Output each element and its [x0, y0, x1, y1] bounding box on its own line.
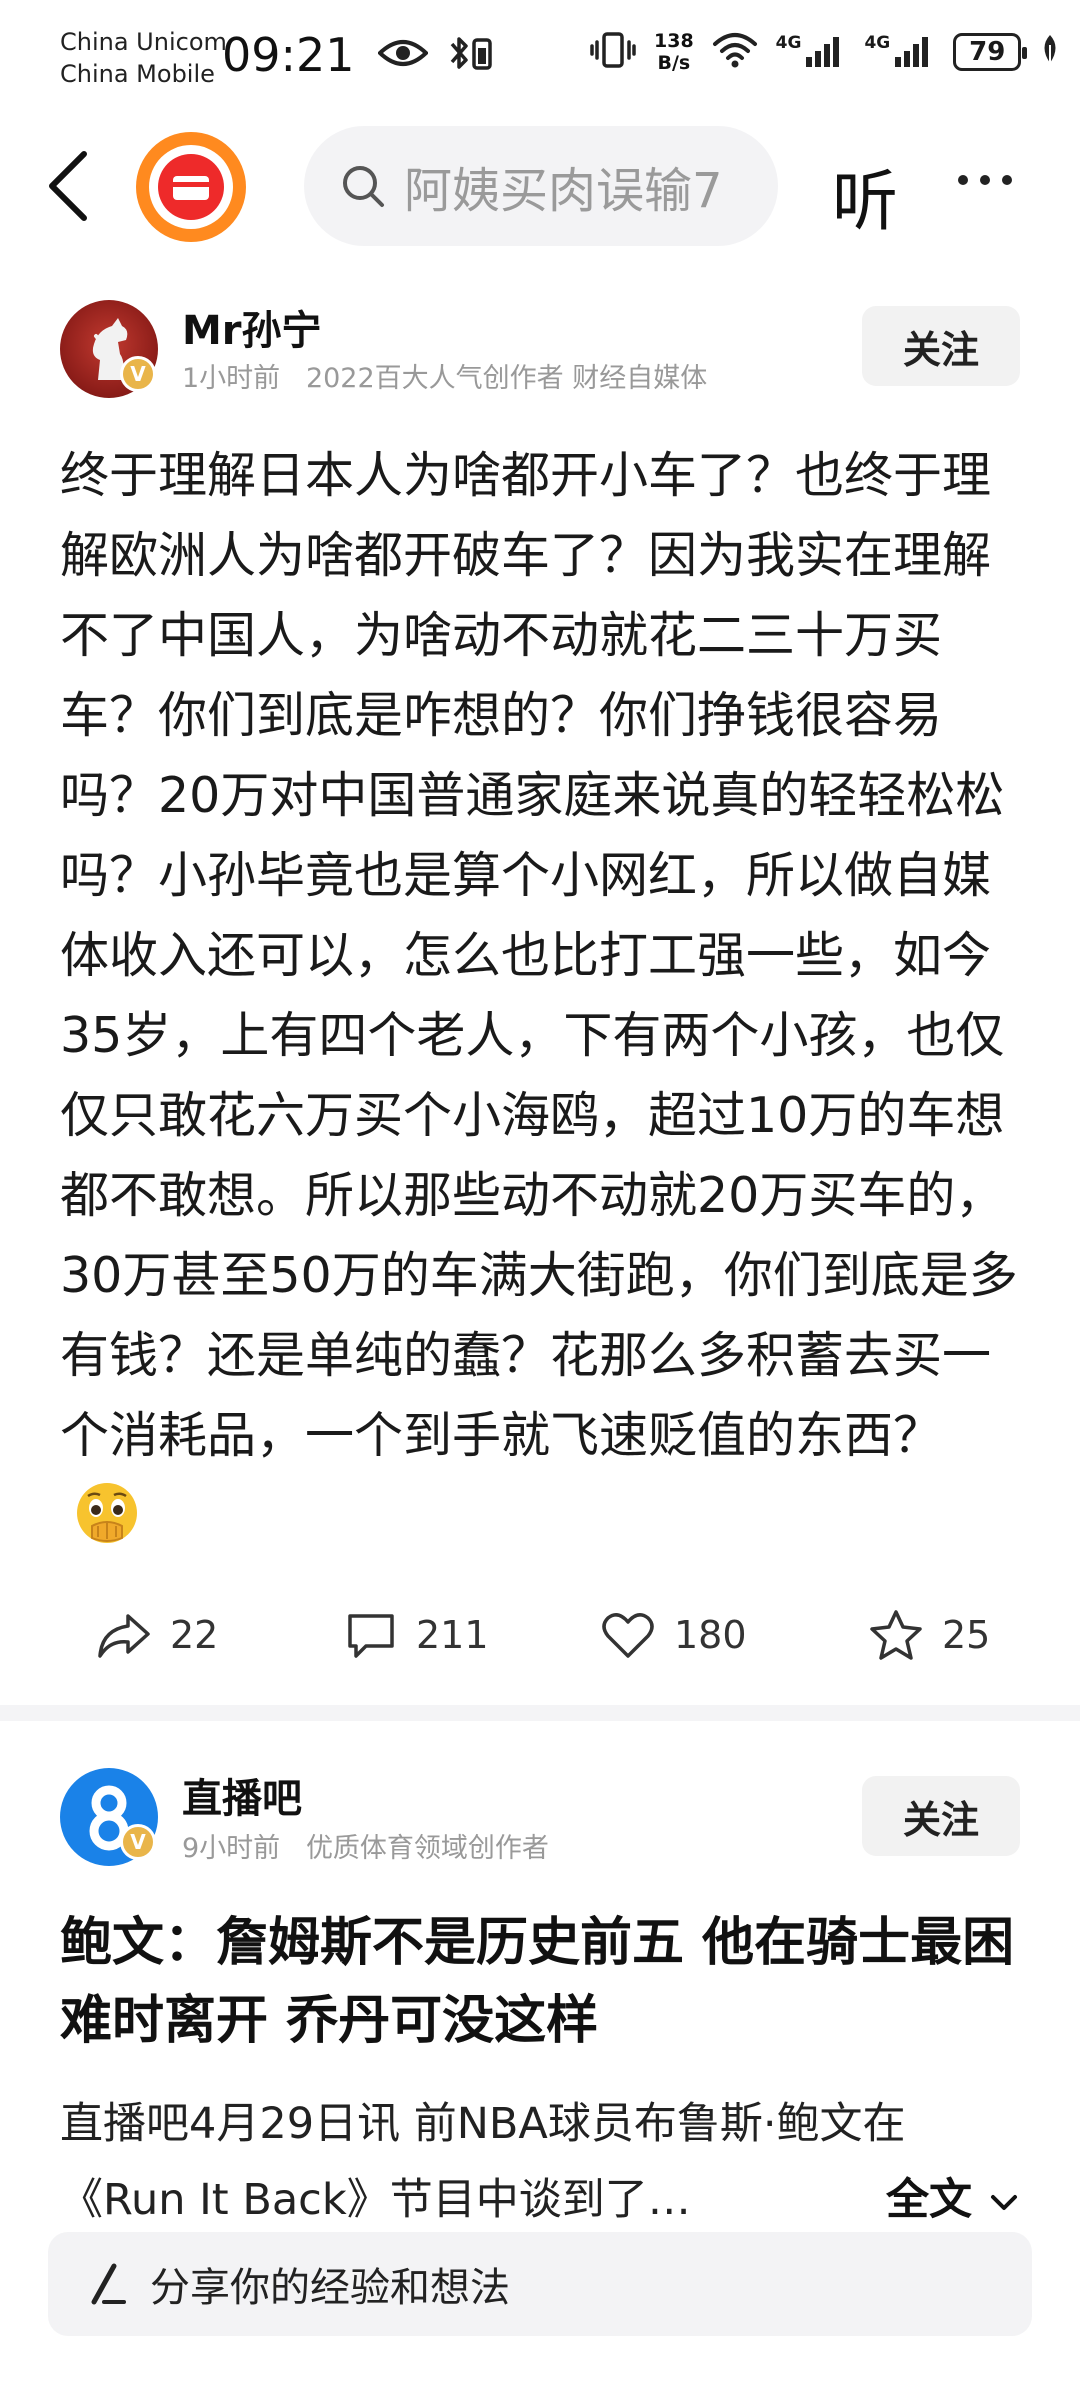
like-count: 180 [674, 1613, 747, 1657]
favorite-count: 25 [942, 1613, 991, 1657]
vibrate-icon [590, 30, 636, 74]
signal-sim2: 4G [864, 33, 935, 71]
signal-sim2-label: 4G [864, 33, 891, 53]
carrier-2: China Mobile [60, 60, 215, 88]
follow-button[interactable]: 关注 [862, 1776, 1020, 1856]
status-icons-left [377, 34, 498, 76]
signal-bars-icon [895, 33, 935, 71]
bottom-safe-area [0, 2336, 1080, 2388]
comment-placeholder: 分享你的经验和想法 [150, 2265, 510, 2311]
search-input[interactable]: 阿姨买肉误输7 [304, 126, 778, 246]
post-time: 1小时前 [182, 363, 281, 394]
listen-button[interactable]: 听 [832, 148, 898, 244]
post-body[interactable]: 终于理解日本人为啥都开小车了？也终于理解欧洲人为啥都开破车了？因为我实在理解不了… [60, 436, 1020, 1556]
battery-level: 79 [969, 37, 1006, 67]
pen-icon [91, 2263, 126, 2305]
read-full-label: 全文 [886, 2175, 972, 2225]
clock: 09:21 [222, 28, 355, 82]
author-tags: 优质体育领域创作者 [305, 1833, 549, 1864]
network-speed-unit: B/s [657, 52, 691, 74]
pleading-face-icon [74, 1480, 140, 1546]
feed-divider [0, 1705, 1080, 1721]
more-menu-button[interactable] [958, 160, 1028, 200]
leaf-icon [1039, 33, 1061, 71]
dot-icon [1002, 175, 1012, 185]
author-name[interactable]: Mr孙宁 [182, 298, 322, 356]
carrier-1: China Unicom [60, 28, 227, 56]
eye-comfort-icon [377, 37, 429, 73]
search-icon [343, 166, 384, 207]
status-bar: China Unicom China Mobile 09:21 138 B/s … [0, 0, 1080, 110]
star-icon [870, 1610, 922, 1660]
dot-icon [958, 175, 968, 185]
signal-bars-icon [806, 33, 846, 71]
author-meta: 9小时前 优质体育领域创作者 [182, 1826, 549, 1865]
read-full-link[interactable]: 全文 [846, 2170, 1021, 2230]
comment-button[interactable]: 211 [344, 1590, 489, 1680]
signal-sim1: 4G [776, 33, 847, 71]
bluetooth-battery-icon [446, 34, 498, 76]
verified-badge: V [120, 356, 156, 392]
author-meta: 1小时前 2022百大人气创作者 财经自媒体 [182, 356, 707, 395]
comment-input-bar[interactable]: 分享你的经验和想法 [48, 2232, 1032, 2336]
network-speed-value: 138 [654, 30, 694, 52]
status-icons-right: 138 B/s 4G 4G 79 [590, 30, 1061, 74]
chevron-down-icon [990, 2194, 1017, 2210]
app-logo[interactable] [136, 132, 246, 242]
post-time: 9小时前 [182, 1833, 281, 1864]
top-nav: 阿姨买肉误输7 听 [0, 110, 1080, 260]
search-placeholder: 阿姨买肉误输7 [404, 163, 723, 219]
wifi-icon [712, 32, 758, 72]
comment-icon [348, 1614, 394, 1658]
logo-mark-icon [173, 176, 209, 200]
share-icon [98, 1614, 150, 1658]
post-body-text: 终于理解日本人为啥都开小车了？也终于理解欧洲人为啥都开破车了？因为我实在理解不了… [60, 447, 1018, 1464]
back-button[interactable] [40, 148, 100, 224]
signal-sim1-label: 4G [775, 33, 802, 53]
follow-button[interactable]: 关注 [862, 306, 1020, 386]
author-tags: 2022百大人气创作者 财经自媒体 [305, 363, 708, 394]
battery-indicator: 79 [953, 33, 1028, 71]
action-bar: 22 211 180 25 [0, 1590, 1080, 1680]
network-speed: 138 B/s [654, 30, 694, 74]
comment-count: 211 [416, 1613, 489, 1657]
dot-icon [980, 175, 990, 185]
like-button[interactable]: 180 [600, 1590, 747, 1680]
article-title[interactable]: 鲍文：詹姆斯不是历史前五 他在骑士最困难时离开 乔丹可没这样 [60, 1904, 1020, 2060]
heart-icon [602, 1613, 654, 1658]
author-name[interactable]: 直播吧 [182, 1766, 302, 1824]
carrier-info: China Unicom China Mobile [60, 26, 227, 90]
favorite-button[interactable]: 25 [868, 1590, 990, 1680]
verified-badge: V [120, 1824, 156, 1860]
share-button[interactable]: 22 [96, 1590, 218, 1680]
chevron-left-icon [49, 151, 87, 221]
share-count: 22 [170, 1613, 219, 1657]
